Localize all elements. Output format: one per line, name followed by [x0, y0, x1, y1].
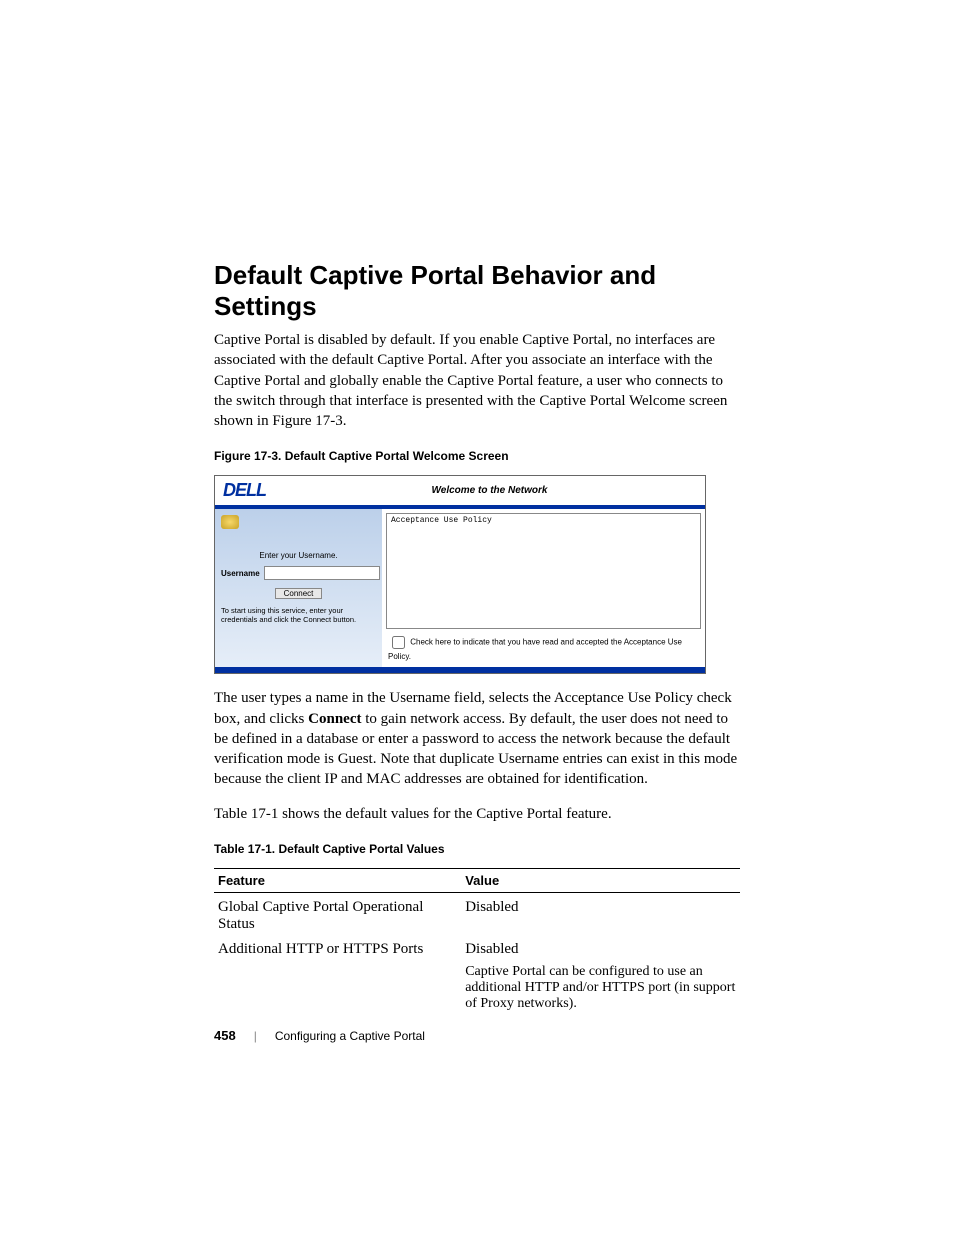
default-values-table: Feature Value Global Captive Portal Oper…: [214, 868, 740, 1014]
accept-policy-checkbox[interactable]: [392, 636, 405, 649]
dell-logo: DELL: [215, 476, 274, 505]
footer-separator: |: [254, 1029, 257, 1043]
figure-caption: Figure 17-3. Default Captive Portal Welc…: [214, 449, 740, 463]
connect-button[interactable]: Connect: [275, 588, 323, 599]
page-number: 458: [214, 1028, 236, 1043]
intro-paragraph: Captive Portal is disabled by default. I…: [214, 330, 740, 431]
acceptance-policy-box: Acceptance Use Policy: [386, 513, 701, 629]
cell-value-note: Captive Portal can be configured to use …: [461, 960, 740, 1014]
footer-section: Configuring a Captive Portal: [275, 1029, 425, 1043]
cell-feature: Additional HTTP or HTTPS Ports: [214, 935, 461, 960]
key-icon: [221, 515, 239, 529]
post-figure-paragraph-1: The user types a name in the Username fi…: [214, 688, 740, 789]
cell-value: Disabled: [461, 892, 740, 935]
cell-value: Disabled: [461, 935, 740, 960]
col-value: Value: [461, 868, 740, 892]
username-input[interactable]: [264, 566, 380, 580]
post-figure-paragraph-2: Table 17-1 shows the default values for …: [214, 804, 740, 824]
portal-bottombar: [215, 667, 705, 673]
welcome-title: Welcome to the Network: [274, 485, 705, 496]
table-caption: Table 17-1. Default Captive Portal Value…: [214, 842, 740, 856]
start-note: To start using this service, enter your …: [221, 607, 376, 624]
table-header-row: Feature Value: [214, 868, 740, 892]
table-row: Additional HTTP or HTTPS Ports Disabled: [214, 935, 740, 960]
table-row: Global Captive Portal Operational Status…: [214, 892, 740, 935]
table-row: Captive Portal can be configured to use …: [214, 960, 740, 1014]
username-label: Username: [221, 569, 260, 578]
enter-username-prompt: Enter your Username.: [221, 551, 376, 560]
accept-policy-text: Check here to indicate that you have rea…: [388, 638, 682, 661]
page-footer: 458 | Configuring a Captive Portal: [214, 1028, 425, 1043]
cell-feature: Global Captive Portal Operational Status: [214, 892, 461, 935]
col-feature: Feature: [214, 868, 461, 892]
captive-portal-screenshot: DELL Welcome to the Network Enter your U…: [214, 475, 706, 674]
section-heading: Default Captive Portal Behavior and Sett…: [214, 260, 740, 322]
